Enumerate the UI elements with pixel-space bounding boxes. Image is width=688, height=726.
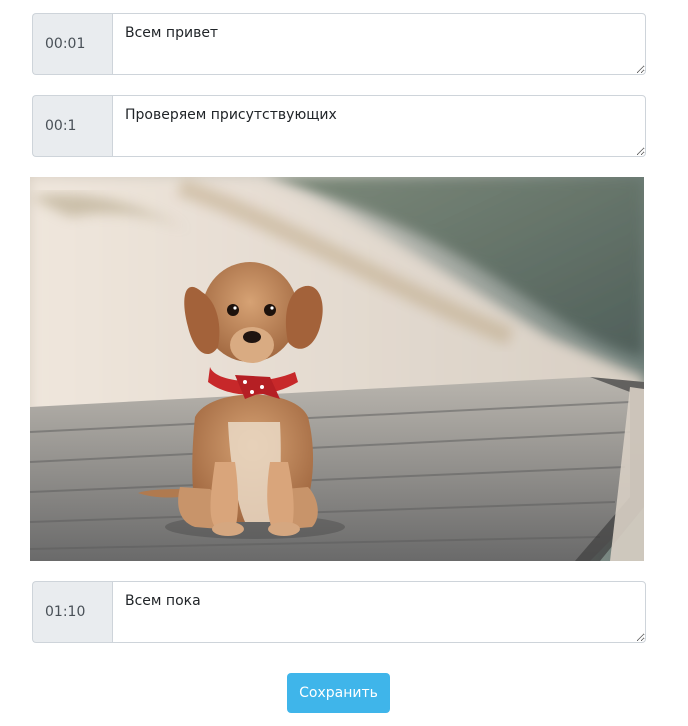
entry-text-input[interactable]: Проверяем присутствующих [112,95,646,157]
entry-row: 01:10 Всем пока [32,581,646,643]
timecode-label: 00:1 [32,95,112,157]
entry-row: 00:1 Проверяем присутствующих [32,95,646,157]
save-button[interactable]: Сохранить [287,673,390,713]
puppy-photo [30,177,644,561]
entry-text-input[interactable]: Всем привет [112,13,646,75]
subtitle-editor: 00:01 Всем привет 00:1 Проверяем присутс… [0,0,688,726]
entry-row: 00:01 Всем привет [32,13,646,75]
timecode-label: 00:01 [32,13,112,75]
timecode-label: 01:10 [32,581,112,643]
entry-text-input[interactable]: Всем пока [112,581,646,643]
